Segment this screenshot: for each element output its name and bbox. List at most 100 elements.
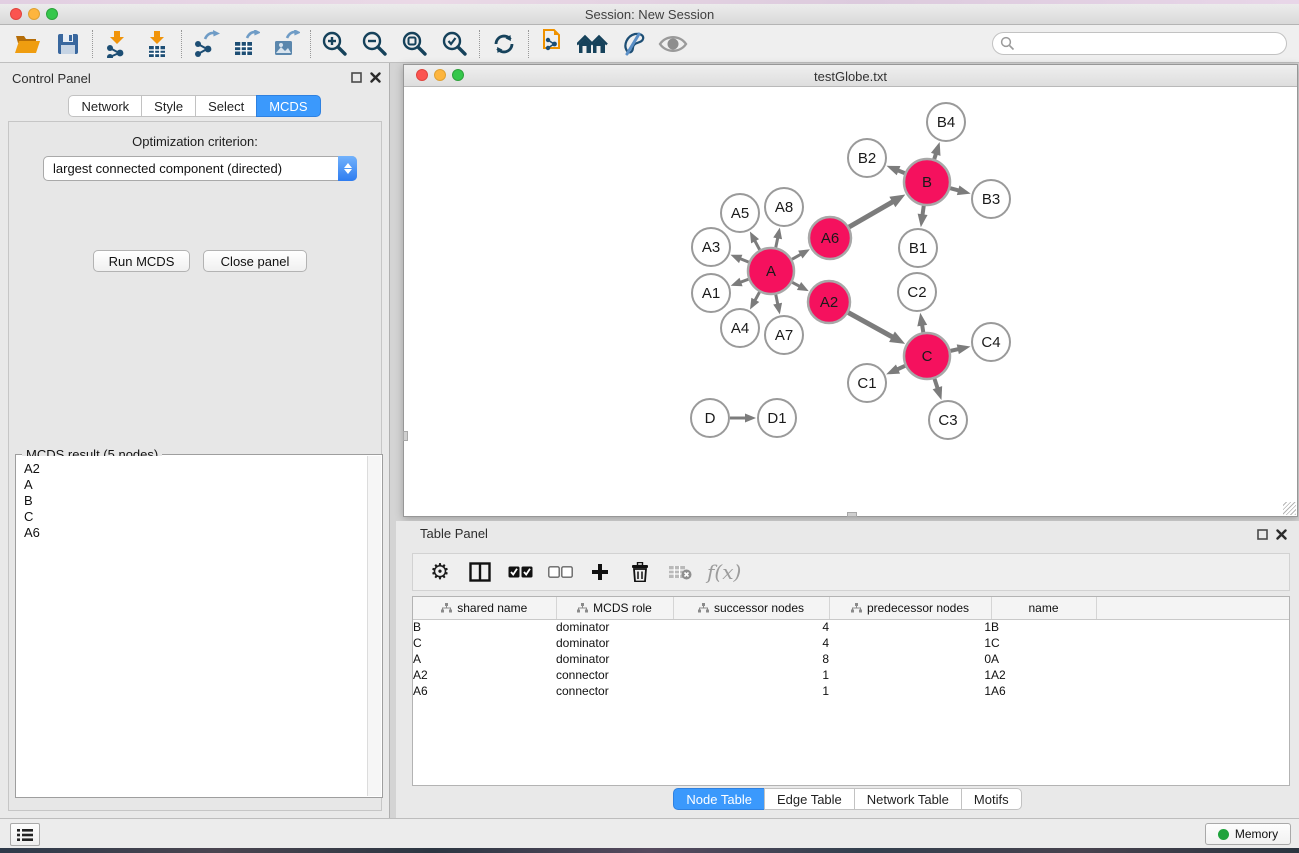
tab-node-table[interactable]: Node Table <box>673 788 765 810</box>
cell-mcds-role[interactable]: dominator <box>556 635 673 651</box>
close-panel-button[interactable]: Close panel <box>203 250 307 272</box>
memory-button[interactable]: Memory <box>1205 823 1291 845</box>
export-image-icon[interactable] <box>266 27 306 61</box>
table-options-icon[interactable]: ⚙ <box>427 557 453 587</box>
table-row[interactable]: B dominator 4 1 B <box>413 619 1290 635</box>
graph-node-label-C1: C1 <box>857 375 876 392</box>
cell-predecessor-nodes[interactable]: 1 <box>829 667 991 683</box>
network-from-file-icon[interactable] <box>533 27 573 61</box>
search-icon <box>1000 36 1015 51</box>
float-table-panel-icon[interactable] <box>1257 529 1268 540</box>
toolbar-separator <box>528 30 529 58</box>
cell-predecessor-nodes[interactable]: 0 <box>829 651 991 667</box>
first-neighbors-icon[interactable] <box>573 27 613 61</box>
delete-table-icon[interactable] <box>667 557 693 587</box>
cell-name[interactable]: B <box>991 619 1096 635</box>
result-scrollbar[interactable] <box>367 456 381 796</box>
float-panel-icon[interactable] <box>351 72 362 83</box>
export-table-icon[interactable] <box>226 27 266 61</box>
cell-successor-nodes[interactable]: 8 <box>673 651 829 667</box>
tab-network[interactable]: Network <box>68 95 142 117</box>
cell-mcds-role[interactable]: dominator <box>556 619 673 635</box>
mcds-result-list[interactable]: A2 A B C A6 <box>17 456 367 796</box>
cell-predecessor-nodes[interactable]: 1 <box>829 635 991 651</box>
show-column-icon[interactable] <box>467 557 493 587</box>
column-header-empty <box>1096 597 1290 619</box>
cell-name[interactable]: C <box>991 635 1096 651</box>
save-session-icon[interactable] <box>48 27 88 61</box>
graph-node-label-A7: A7 <box>775 327 793 344</box>
graph-node-label-A3: A3 <box>702 239 720 256</box>
tab-mcds[interactable]: MCDS <box>256 95 320 117</box>
export-network-icon[interactable] <box>186 27 226 61</box>
column-header-successor-nodes[interactable]: successor nodes <box>673 597 829 619</box>
tab-edge-table[interactable]: Edge Table <box>764 788 855 810</box>
cell-shared-name[interactable]: A6 <box>413 683 556 699</box>
import-network-icon[interactable] <box>97 27 137 61</box>
function-builder-icon[interactable]: f(x) <box>707 557 741 587</box>
close-table-panel-icon[interactable] <box>1276 529 1287 540</box>
left-edge-handle[interactable] <box>403 431 408 441</box>
close-panel-icon[interactable] <box>370 72 381 83</box>
column-type-icon <box>851 603 862 613</box>
cell-shared-name[interactable]: C <box>413 635 556 651</box>
open-file-icon[interactable] <box>8 27 48 61</box>
import-table-icon[interactable] <box>137 27 177 61</box>
cell-mcds-role[interactable]: connector <box>556 683 673 699</box>
cell-name[interactable]: A <box>991 651 1096 667</box>
show-hide-icon[interactable] <box>653 27 693 61</box>
table-row[interactable]: C dominator 4 1 C <box>413 635 1290 651</box>
zoom-selected-icon[interactable] <box>435 27 475 61</box>
graph-node-label-D: D <box>705 410 716 427</box>
delete-column-icon[interactable] <box>627 557 653 587</box>
cell-successor-nodes[interactable]: 4 <box>673 619 829 635</box>
column-header-shared-name[interactable]: shared name <box>413 597 556 619</box>
graph-node-label-D1: D1 <box>767 410 786 427</box>
cell-shared-name[interactable]: B <box>413 619 556 635</box>
network-window-titlebar[interactable]: testGlobe.txt <box>404 65 1297 87</box>
cell-shared-name[interactable]: A <box>413 651 556 667</box>
cell-successor-nodes[interactable]: 4 <box>673 635 829 651</box>
deselect-all-icon[interactable] <box>547 557 573 587</box>
tab-network-table[interactable]: Network Table <box>854 788 962 810</box>
result-item: A2 <box>24 461 367 477</box>
search-input[interactable] <box>1015 34 1286 53</box>
column-header-name[interactable]: name <box>991 597 1096 619</box>
cell-successor-nodes[interactable]: 1 <box>673 667 829 683</box>
graph-edge-A6-B[interactable] <box>849 201 894 227</box>
cell-mcds-role[interactable]: dominator <box>556 651 673 667</box>
cell-successor-nodes[interactable]: 1 <box>673 683 829 699</box>
network-canvas[interactable]: B4B2BB3A5A8A6A3B1AC2A1A2A4A7C4CC1C3DD1 <box>404 87 1297 516</box>
network-graph[interactable]: B4B2BB3A5A8A6A3B1AC2A1A2A4A7C4CC1C3DD1 <box>404 87 1297 516</box>
criterion-dropdown[interactable]: largest connected component (directed) <box>43 156 357 181</box>
add-column-icon[interactable] <box>587 557 613 587</box>
cell-predecessor-nodes[interactable]: 1 <box>829 619 991 635</box>
table-row[interactable]: A2 connector 1 1 A2 <box>413 667 1290 683</box>
graph-edge-A2-C[interactable] <box>848 313 893 338</box>
column-header-predecessor-nodes[interactable]: predecessor nodes <box>829 597 991 619</box>
tab-style[interactable]: Style <box>141 95 196 117</box>
graph-node-label-C2: C2 <box>907 284 926 301</box>
hide-graphics-details-icon[interactable] <box>613 27 653 61</box>
cell-shared-name[interactable]: A2 <box>413 667 556 683</box>
table-row[interactable]: A dominator 8 0 A <box>413 651 1290 667</box>
cell-mcds-role[interactable]: connector <box>556 667 673 683</box>
result-item: A6 <box>24 525 367 541</box>
zoom-fit-icon[interactable] <box>395 27 435 61</box>
select-all-icon[interactable] <box>507 557 533 587</box>
refresh-icon[interactable] <box>484 27 524 61</box>
resize-grip-icon[interactable] <box>1283 502 1296 515</box>
cell-name[interactable]: A2 <box>991 667 1096 683</box>
toolbar-separator <box>92 30 93 58</box>
bottom-edge-handle[interactable] <box>847 512 857 517</box>
zoom-out-icon[interactable] <box>355 27 395 61</box>
task-history-button[interactable] <box>10 823 40 846</box>
run-mcds-button[interactable]: Run MCDS <box>93 250 190 272</box>
table-row[interactable]: A6 connector 1 1 A6 <box>413 683 1290 699</box>
tab-motifs[interactable]: Motifs <box>961 788 1022 810</box>
cell-name[interactable]: A6 <box>991 683 1096 699</box>
column-header-mcds-role[interactable]: MCDS role <box>556 597 673 619</box>
tab-select[interactable]: Select <box>195 95 257 117</box>
cell-predecessor-nodes[interactable]: 1 <box>829 683 991 699</box>
zoom-in-icon[interactable] <box>315 27 355 61</box>
